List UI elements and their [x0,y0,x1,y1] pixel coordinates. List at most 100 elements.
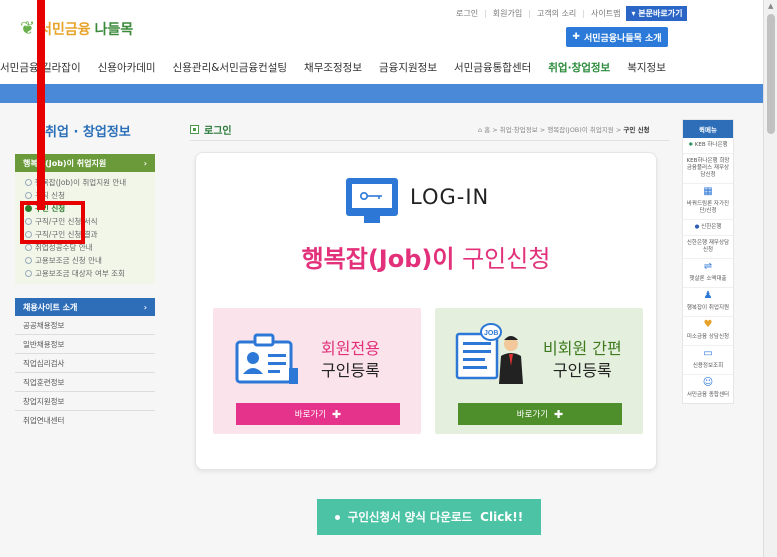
sidebar-link[interactable]: 직업심리검사 [15,354,155,373]
intro-button-label: 서민금융나들목 소개 [583,33,662,44]
headline-part2: 구인신청 [454,245,551,273]
sidebar-links: 공공채용정보 일반채용정보 직업심리검사 직업훈련정보 창업지원정보 취업연내센… [15,316,155,430]
card-line1: 회원전용 [321,339,380,358]
home-icon[interactable]: ⌂ [478,126,482,134]
sidebar-section-recruit-sites[interactable]: 채용사이트 소개 › [15,298,155,316]
sidebar-item-subsidy[interactable]: 고용보조금 신청 안내 [25,254,155,267]
quick-item-job-support[interactable]: ♟ 행복잡이 취업지원 [683,288,733,317]
util-join-link[interactable]: 회원가입 [493,8,522,19]
form-download-button[interactable]: 구인신청서 양식 다운로드 Click!! [317,499,541,535]
sidebar-link[interactable]: 직업훈련정보 [15,373,155,392]
gnb-item-welfare[interactable]: 복지정보 [627,60,666,75]
bullet-icon [25,244,32,251]
quick-item-label: 신한은행 재무상담신청 [686,240,730,253]
annotation-red-bar [37,0,45,210]
breadcrumb-path: 홈 > 취업·창업정보 > 행복잡(JOB)이 취업지원 > [484,126,624,134]
quick-item-label: KEB 하나은행 [694,142,728,148]
quick-item-credit-check[interactable]: ▭ 신용정보조회 [683,346,733,375]
sidebar-item-subsidy-check[interactable]: 고용보조금 대상자 여부 조회 [25,267,155,280]
util-sitemap-link[interactable]: 사이트맵 [591,8,620,19]
bullet-icon [25,179,32,186]
breadcrumb: ⌂ 홈 > 취업·창업정보 > 행복잡(JOB)이 취업지원 > 구인 신청 [478,124,650,134]
job-seeker-icon: JOB [455,323,523,384]
go-button-label: 바로가기 [516,410,549,420]
plus-icon: ✚ [554,407,564,421]
quick-item-label: 행복잡이 취업지원 [686,305,730,311]
guest-job-offer-card: JOB 비회원 간편 구인등록 바로가기 ✚ [435,308,643,434]
heart-icon: ♥ [703,319,713,330]
download-click-label: Click!! [480,510,524,524]
login-panel: LOG-IN 행복잡(Job)이 구인신청 회원전용 구인등록 바로가기 ✚ J… [195,152,657,470]
monitor-key-icon [346,178,398,223]
gnb-item-center[interactable]: 서민금융통합센터 [454,60,531,75]
gnb-item-academy[interactable]: 신용아카데미 [98,60,156,75]
utility-nav: 로그인 | 회원가입 | 고객의 소리 | 사이트맵 ▾ 본문바로가기 [456,6,688,21]
gnb-item-finance[interactable]: 금융지원정보 [379,60,437,75]
title-square-icon [190,125,199,134]
util-voice-link[interactable]: 고객의 소리 [537,8,576,19]
quick-menu-title: 퀵메뉴 [683,120,733,138]
bullet-icon [25,192,32,199]
chevron-right-icon: › [143,302,147,312]
quick-item-label: 신용정보조회 [692,363,724,369]
monitor-icon: ▭ [703,348,713,359]
quick-item-shinhan[interactable]: ● 신한은행 [683,220,733,236]
left-sidebar: 취업 · 창업정보 행복잡(Job)이 취업지원 › 행복잡(Job)이 취업지원… [15,103,155,430]
sidebar-link[interactable]: 취업연내센터 [15,411,155,430]
page-title: 로그인 [190,122,232,137]
vertical-scrollbar[interactable]: ▲ [763,0,777,557]
quick-item-shinhan-consult[interactable]: 신한은행 재무상담신청 [683,236,733,259]
guest-go-button[interactable]: 바로가기 ✚ [458,403,622,425]
go-button-label: 바로가기 [294,410,327,420]
card-line2: 구인등록 [321,361,380,380]
consultant-icon: ☺ [702,377,714,388]
sidebar-item-label: 행복잡(Job)이 취업지원 안내 [35,178,127,187]
login-text: LOG-IN [410,185,490,209]
svg-text:JOB: JOB [484,330,498,337]
quick-item-label: 신한은행 [701,224,722,230]
sidebar-title: 취업 · 창업정보 [45,125,131,140]
member-go-button[interactable]: 바로가기 ✚ [236,403,400,425]
global-nav: 서민금융 길라잡이 신용아카데미 신용관리&서민금융컨설팅 채무조정정보 금융지… [0,60,760,75]
gnb-item-jobs[interactable]: 취업·창업정보 [548,60,610,75]
scrollbar-thumb[interactable] [767,14,775,134]
quick-item-hana[interactable]: ✱ KEB 하나은행 [683,138,733,154]
quick-item-hana-consult[interactable]: KEB하나은행 희망금융플러스 재무상담신청 [683,154,733,184]
chevron-right-icon: › [143,158,147,168]
sidebar-item-label: 고용보조금 신청 안내 [35,256,102,265]
login-heading: LOG-IN [346,178,490,223]
headline-part1: 행복잡(Job)이 [301,245,455,273]
nav-submenu-band [0,84,763,103]
person-icon: ♟ [703,290,713,301]
quick-item-center[interactable]: ☺ 서민금융 종합센터 [683,375,733,403]
sidebar-link[interactable]: 공공채용정보 [15,316,155,335]
annotation-red-box [20,201,85,244]
quick-item-dream-loan[interactable]: ▦ 바꿔드림론 자가진단/신청 [683,184,733,220]
divider [190,140,670,141]
bullet-icon [334,514,340,520]
page-title-text: 로그인 [204,126,232,137]
card-text: 비회원 간편 구인등록 [543,338,622,382]
logo-text-part2: 나들목 [94,21,134,38]
bullet-icon [25,270,32,277]
skip-label: 본문바로가기 [638,9,683,18]
gnb-item-debt[interactable]: 채무조정정보 [304,60,362,75]
sidebar-link[interactable]: 일반채용정보 [15,335,155,354]
logo-leaf-icon: ❦ [20,18,36,39]
download-label: 구인신청서 양식 다운로드 [347,510,473,524]
gnb-item-consulting[interactable]: 신용관리&서민금융컨설팅 [173,60,287,75]
sidebar-section-label: 채용사이트 소개 [23,302,78,312]
plus-icon: ✚ [332,407,342,421]
quick-item-label: KEB하나은행 희망금융플러스 재무상담신청 [686,158,730,178]
skip-to-content-button[interactable]: ▾ 본문바로가기 [626,6,688,21]
card-line1: 비회원 간편 [543,339,622,358]
quick-item-label: 미소금융 상담신청 [686,334,730,340]
logo-text-part1: 서민금융 [39,21,91,38]
scroll-up-icon[interactable]: ▲ [768,2,773,10]
util-login-link[interactable]: 로그인 [456,8,478,19]
sidebar-section-job-support[interactable]: 행복잡(Job)이 취업지원 › [15,154,155,172]
quick-item-micro-finance[interactable]: ♥ 미소금융 상담신청 [683,317,733,346]
sidebar-link[interactable]: 창업지원정보 [15,392,155,411]
intro-button[interactable]: ✚ 서민금융나들목 소개 [566,27,668,47]
quick-item-sunshine-loan[interactable]: ⇌ 햇살론 소액대출 [683,259,733,288]
